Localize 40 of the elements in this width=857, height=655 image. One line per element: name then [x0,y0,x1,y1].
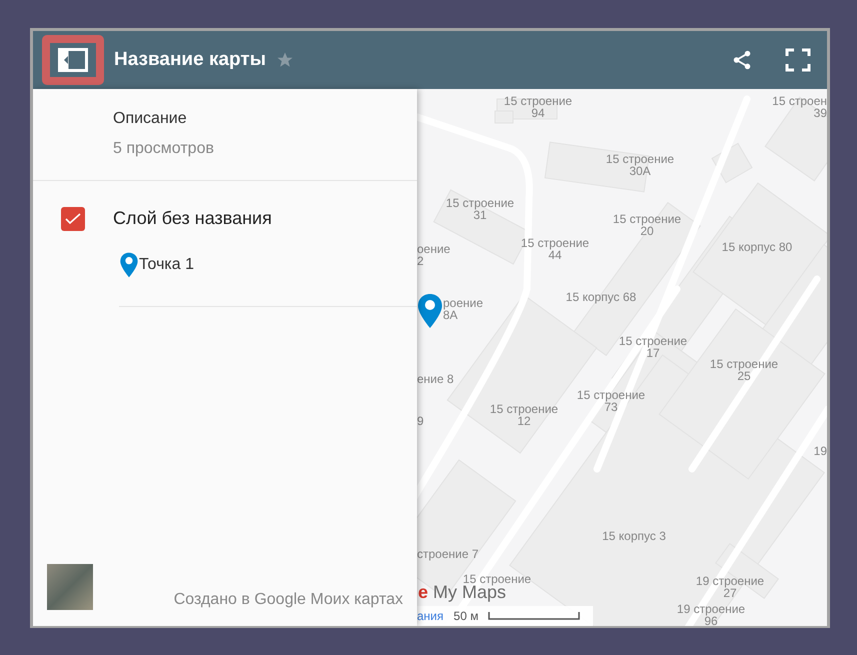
place-item[interactable]: Точка 1 [139,253,194,277]
building-label: роение 8А [443,297,484,321]
layer-name: Слой без названия [113,207,272,230]
share-icon [731,49,753,71]
building-label: 15 строение [462,573,532,585]
building-label: 19 строение 96 [676,603,746,626]
building-label: 15 строение 20 [612,213,682,237]
building-label: 19 [814,445,827,457]
views-count: 5 просмотров [113,139,215,159]
building-label: 15 строение 12 [490,403,558,427]
building-label: 15 корпус 68 [566,291,636,303]
place-pin-icon [119,252,139,278]
sidebar-icon [58,48,88,72]
building-label: ение 8 [417,373,454,385]
created-with-text: Создано в Google Моих картах [174,590,403,610]
sidebar-toggle-button[interactable] [42,35,104,85]
terms-link[interactable]: ания [417,607,444,625]
description-text: Описание [113,109,188,129]
building-label: 19 строение 27 [696,575,764,599]
building-label: 15 корпус 3 [602,530,666,542]
scale-bar-icon [488,611,580,621]
building-label: 9 [417,415,424,427]
building-label: оение 2 [417,243,450,267]
building-label: 15 строение 17 [618,335,688,359]
layer-checkbox[interactable] [61,206,85,230]
check-icon [65,212,81,224]
building-label: 15 строение 31 [446,197,514,221]
building-label: 15 строение 30А [606,153,674,177]
building-label: 15 строение 25 [710,358,778,382]
building-label: 15 строение 94 [504,95,572,119]
building-label: 15 корпус 80 [722,241,792,253]
scale-text: 50 м [454,608,478,625]
building-label: строение 7 [417,548,479,560]
building-label: 15 строение 73 [576,389,646,413]
map-title: Название карты [114,48,266,72]
star-icon[interactable] [276,51,294,69]
building-label: 15 строение 44 [520,237,590,261]
fullscreen-icon [785,48,811,72]
map-pin-icon[interactable] [417,293,443,329]
building-label: 15 строен 39 [772,95,827,119]
